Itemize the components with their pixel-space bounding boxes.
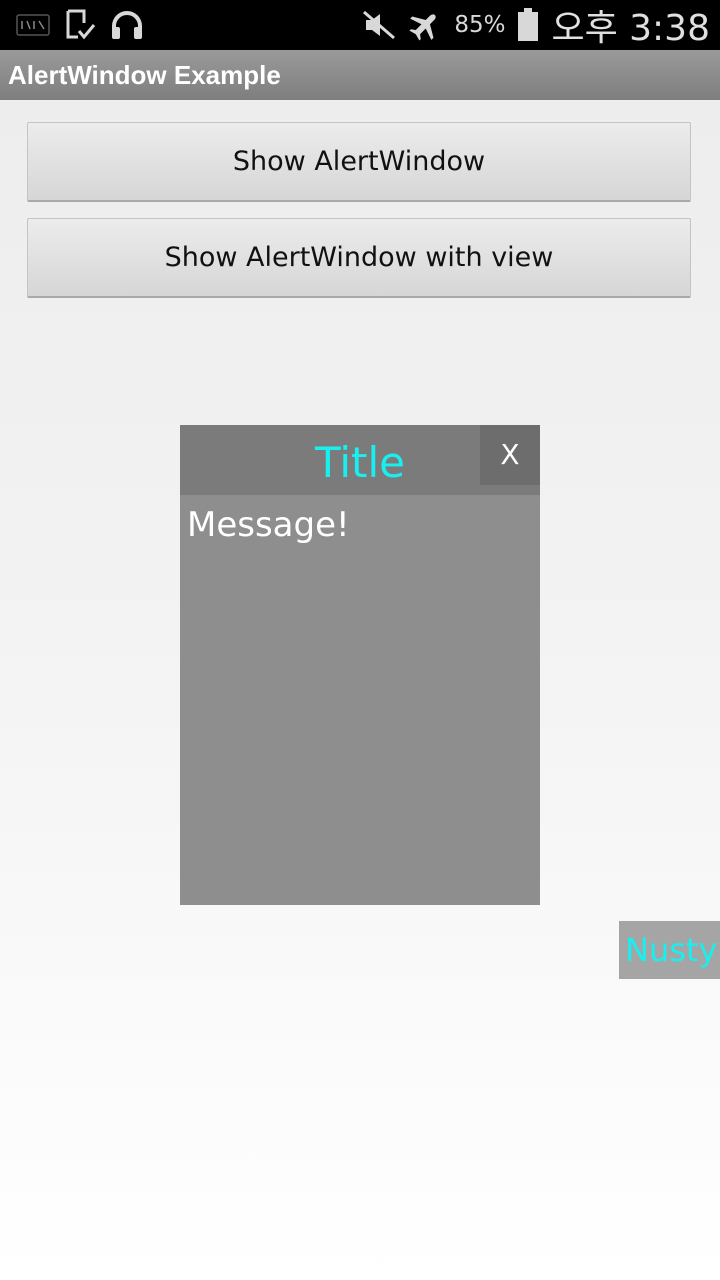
headphones-icon <box>110 10 144 40</box>
action-bar: AlertWindow Example <box>0 50 720 100</box>
alert-window[interactable]: Title X Message! <box>180 425 540 905</box>
status-bar-right: 85% 오후 3:38 <box>362 0 710 50</box>
status-bar-left <box>16 8 144 42</box>
download-done-icon <box>64 9 96 41</box>
status-clock: 오후 3:38 <box>551 8 710 49</box>
battery-icon <box>517 8 539 42</box>
show-alertwindow-with-view-button[interactable]: Show AlertWindow with view <box>27 218 691 298</box>
alert-message: Message! <box>187 505 350 545</box>
alert-close-button[interactable]: X <box>480 425 540 485</box>
show-alertwindow-button[interactable]: Show AlertWindow <box>27 122 691 202</box>
nate-icon <box>16 14 50 36</box>
mute-icon <box>362 10 396 40</box>
battery-percent: 85% <box>454 12 506 38</box>
app-title: AlertWindow Example <box>8 60 281 90</box>
floating-tag[interactable]: Nusty <box>619 921 720 979</box>
airplane-mode-icon <box>408 9 442 41</box>
status-bar: 85% 오후 3:38 <box>0 0 720 50</box>
